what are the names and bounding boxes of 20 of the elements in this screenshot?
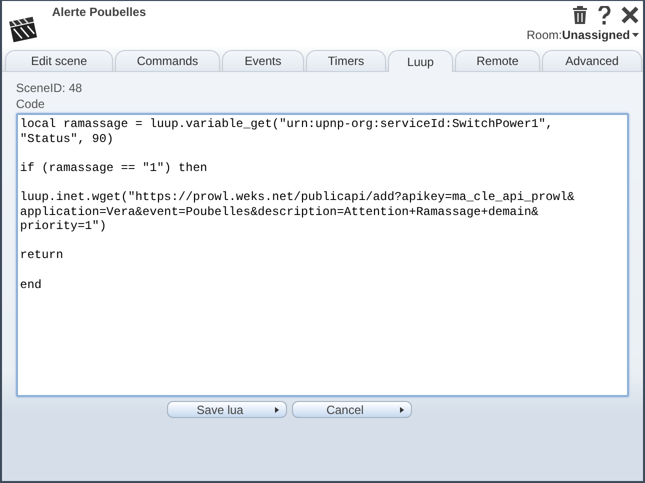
tab[interactable]: Advanced [542, 50, 642, 71]
trash-icon[interactable] [572, 6, 588, 24]
tab[interactable]: Edit scene [5, 50, 113, 71]
tab[interactable]: Commands [115, 50, 220, 71]
caret-icon [275, 407, 279, 413]
help-icon[interactable] [598, 6, 611, 24]
tab[interactable]: Timers [306, 50, 386, 71]
caret-icon [632, 33, 639, 37]
caret-icon [400, 407, 404, 413]
tab[interactable]: Luup [388, 50, 453, 73]
scene-id-label: SceneID: 48 [16, 80, 84, 96]
tab[interactable]: Remote [455, 50, 540, 71]
code-label: Code [16, 96, 46, 112]
window-title: Alerte Poubelles [52, 5, 148, 21]
button[interactable]: Save lua [167, 401, 287, 418]
close-icon[interactable] [621, 6, 639, 24]
room-dropdown[interactable]: Room:Unassigned [526, 28, 639, 42]
code-editor[interactable]: local ramassage = luup.variable_get("urn:upnp-org:serviceId:SwitchPower1", "Status", 90) if (ramassage == "1") then luup.inet.wget("https://prowl.weks.net/publicapi/add?apikey=ma_cle_api_prowl& application=Vera&event=Poubelles&description=Attention+Ramassage+demain& priority=1") return end [16, 113, 629, 397]
button[interactable]: Cancel [292, 401, 412, 418]
tab[interactable]: Events [222, 50, 304, 71]
